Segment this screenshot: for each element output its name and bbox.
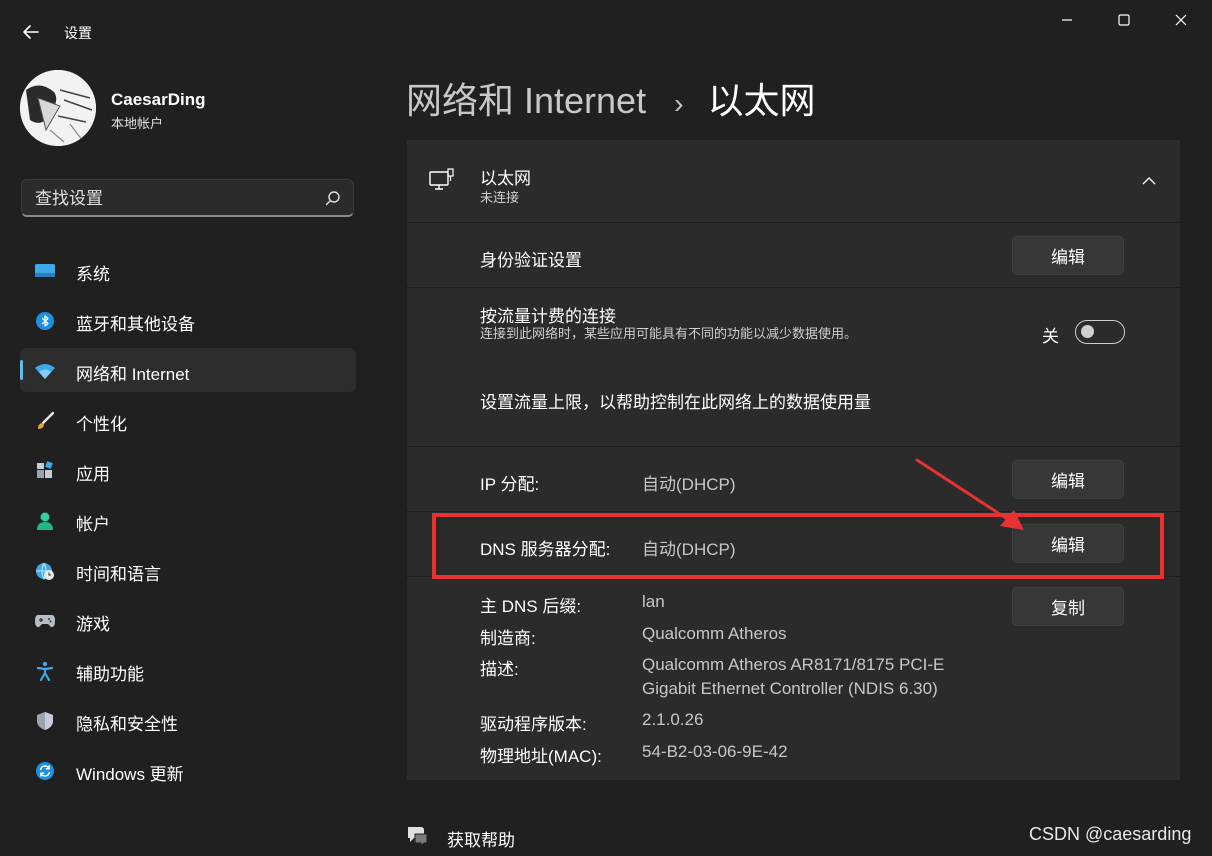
app-title: 设置 [64, 25, 92, 41]
sidebar-item-label: 游戏 [76, 615, 110, 634]
account-type: 本地帐户 [111, 116, 164, 131]
ethernet-icon [428, 167, 456, 195]
ethernet-title: 以太网 [480, 169, 531, 188]
accessibility-icon [34, 660, 56, 682]
search-icon[interactable] [324, 189, 342, 207]
shield-icon [34, 710, 56, 732]
sidebar-item-label: Windows 更新 [76, 765, 184, 784]
maximize-icon [1118, 14, 1130, 26]
breadcrumb-separator: › [674, 88, 684, 119]
manufacturer-label: 制造商: [480, 629, 536, 648]
sidebar-item-accounts[interactable]: 帐户 [20, 498, 356, 542]
sidebar-item-label: 时间和语言 [76, 565, 161, 584]
sidebar-item-label: 隐私和安全性 [76, 715, 178, 734]
manufacturer-value: Qualcomm Atheros [642, 624, 787, 643]
apps-icon [34, 460, 56, 482]
data-limit-link[interactable]: 设置流量上限，以帮助控制在此网络上的数据使用量 [480, 388, 871, 413]
ethernet-header[interactable]: 以太网 未连接 [407, 140, 1180, 222]
bluetooth-icon [34, 310, 56, 332]
brush-icon [34, 410, 56, 432]
sidebar-item-label: 个性化 [76, 415, 127, 434]
mac-address-label: 物理地址(MAC): [480, 747, 602, 766]
sidebar-item-system[interactable]: 系统 [20, 248, 356, 292]
back-arrow-icon[interactable] [20, 21, 42, 43]
description-value-line1: Qualcomm Atheros AR8171/8175 PCI-E [642, 655, 945, 674]
annotation-arrow [915, 458, 1024, 530]
page-title: 以太网 [707, 80, 816, 121]
ethernet-status: 未连接 [480, 190, 520, 205]
metered-connection-row: 按流量计费的连接 连接到此网络时，某些应用可能具有不同的功能以减少数据使用。 设… [407, 288, 1180, 446]
system-icon [34, 260, 56, 282]
watermark-text: CSDN @caesarding [1029, 824, 1192, 844]
globe-clock-icon [34, 560, 56, 582]
copy-button[interactable]: 复制 [1012, 587, 1124, 626]
sidebar-item-accessibility[interactable]: 辅助功能 [20, 648, 356, 692]
sidebar-item-gaming[interactable]: 游戏 [20, 598, 356, 642]
close-icon [1175, 14, 1187, 26]
sidebar-item-apps[interactable]: 应用 [20, 448, 356, 492]
user-name: CaesarDing [111, 90, 206, 109]
get-help-link[interactable]: 获取帮助 [447, 826, 515, 851]
sidebar-item-label: 辅助功能 [76, 665, 144, 684]
sidebar-item-personalization[interactable]: 个性化 [20, 398, 356, 442]
auth-settings-label: 身份验证设置 [480, 251, 582, 270]
description-value-line2: Gigabit Ethernet Controller (NDIS 6.30) [642, 679, 938, 698]
maximize-button[interactable] [1104, 6, 1144, 34]
sidebar-item-windows-update[interactable]: Windows 更新 [20, 748, 356, 792]
update-icon [34, 760, 56, 782]
ip-assignment-value: 自动(DHCP) [642, 475, 736, 494]
search-input[interactable] [35, 189, 305, 209]
toggle-knob [1081, 325, 1094, 338]
breadcrumb-parent[interactable]: 网络和 Internet [406, 80, 646, 121]
gamepad-icon [34, 610, 56, 632]
sidebar-item-label: 系统 [76, 265, 110, 284]
driver-version-value: 2.1.0.26 [642, 710, 704, 729]
sidebar-item-label: 网络和 Internet [76, 365, 190, 384]
toggle-state-label: 关 [1042, 327, 1059, 346]
minimize-icon [1062, 19, 1072, 21]
dns-suffix-label: 主 DNS 后缀: [480, 597, 582, 616]
annotation-highlight-box [432, 513, 1164, 579]
driver-version-label: 驱动程序版本: [480, 715, 587, 734]
dns-suffix-value: lan [642, 592, 665, 611]
sidebar-item-label: 帐户 [76, 515, 110, 534]
sidebar-item-privacy[interactable]: 隐私和安全性 [20, 698, 356, 742]
metered-connection-description: 连接到此网络时，某些应用可能具有不同的功能以减少数据使用。 [480, 326, 858, 341]
sidebar-item-label: 蓝牙和其他设备 [76, 315, 195, 334]
avatar[interactable] [20, 70, 96, 146]
description-label: 描述: [480, 660, 519, 679]
help-icon [405, 824, 429, 848]
ip-assignment-label: IP 分配: [480, 475, 540, 494]
mac-address-value: 54-B2-03-06-9E-42 [642, 742, 788, 761]
sidebar-item-time-language[interactable]: 时间和语言 [20, 548, 356, 592]
metered-toggle[interactable] [1075, 320, 1125, 344]
sidebar-item-label: 应用 [76, 465, 110, 484]
sidebar-item-network[interactable]: 网络和 Internet [20, 348, 356, 392]
sidebar-item-bluetooth[interactable]: 蓝牙和其他设备 [20, 298, 356, 342]
wifi-icon [34, 360, 56, 382]
person-icon [34, 510, 56, 532]
close-button[interactable] [1161, 6, 1201, 34]
chevron-up-icon[interactable] [1140, 172, 1158, 190]
minimize-button[interactable] [1047, 6, 1087, 34]
breadcrumb: 网络和 Internet › 以太网 [406, 72, 815, 124]
selection-indicator [20, 360, 23, 380]
auth-edit-button[interactable]: 编辑 [1012, 236, 1124, 275]
search-box[interactable] [21, 179, 354, 217]
